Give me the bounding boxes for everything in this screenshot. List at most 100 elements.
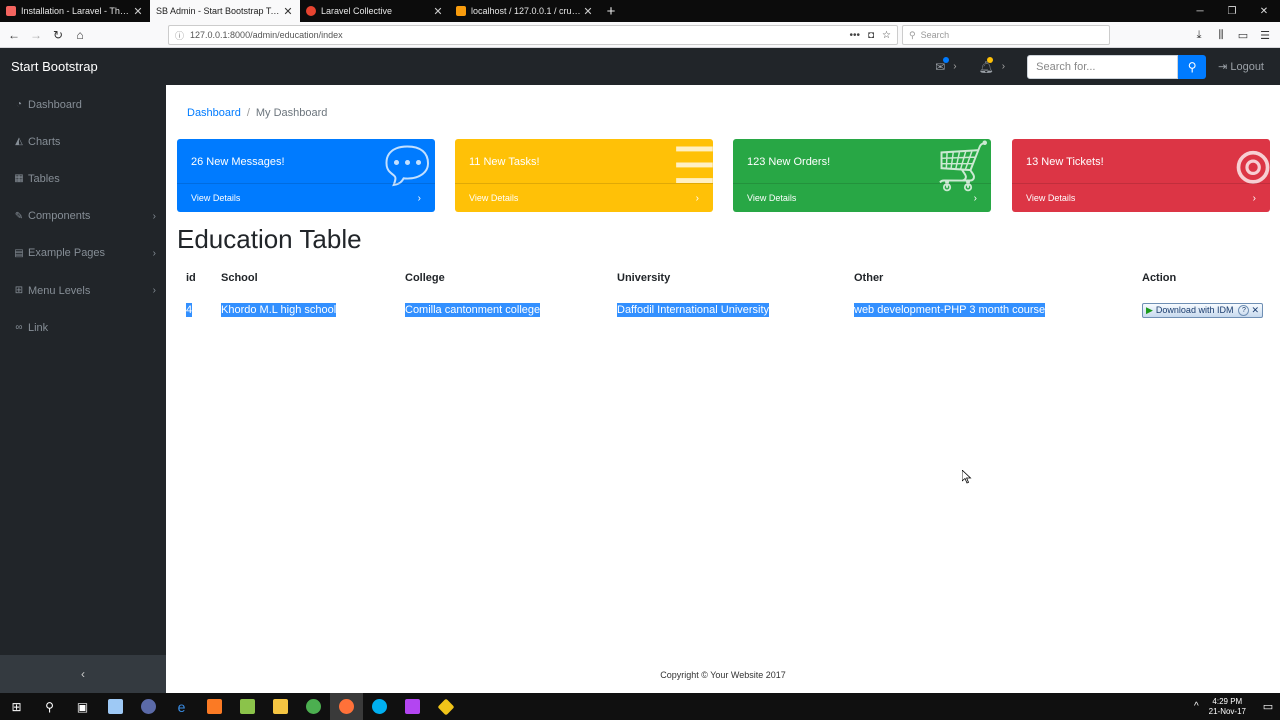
tab-title: Laravel Collective [321,6,393,16]
main-content: Dashboard / My Dashboard 💬︎ 26 New Messa… [166,85,1280,693]
search-taskbar-button[interactable]: ⚲ [33,693,66,720]
view-details-link[interactable]: View Details › [1012,183,1270,212]
sidebar-item-example-pages[interactable]: ▤ Example Pages › [0,235,166,272]
card-message: 11 New Tasks! [469,156,540,168]
new-tab-button[interactable]: + [600,0,622,22]
help-icon[interactable]: ? [1238,304,1250,316]
task-view-button[interactable]: ▣ [66,693,99,720]
taskbar-app[interactable] [429,693,462,720]
chevron-right-icon: › [973,192,977,204]
reload-icon[interactable]: ↻ [47,24,69,46]
browser-search-field[interactable]: ⚲ Search [902,25,1110,45]
taskbar-app-firefox[interactable] [330,693,363,720]
close-icon[interactable]: ✕ [1251,305,1259,316]
minimize-icon[interactable]: ─ [1184,0,1216,22]
tab-title: SB Admin - Start Bootstrap Template [156,6,282,16]
idm-download-button[interactable]: ▶ Download with IDM ? ✕ [1142,302,1263,318]
orders-card: 🛒︎ 123 New Orders! View Details › [733,139,991,212]
table-row: 4 Khordo M.L high school Comilla cantonm… [177,290,1279,330]
alerts-dropdown[interactable]: 🔔︎ › [979,56,1005,74]
clock-time: 4:29 PM [1212,696,1243,706]
taskbar-app[interactable] [396,693,429,720]
clock[interactable]: 4:29 PM 21-Nov-17 [1209,697,1246,717]
sidebar-item-label: Components [28,210,91,223]
sidebar-item-link[interactable]: ∞ Link [0,309,166,346]
chevron-right-icon: › [152,285,156,297]
menu-icon[interactable]: ☰ [1254,29,1276,42]
college-value: Comilla cantonment college [405,303,541,317]
close-tab-icon[interactable]: ✕ [582,5,594,18]
browser-toolbar: ⤓ ⫼ ▭ ☰ [1188,25,1276,45]
close-tab-icon[interactable]: ✕ [282,5,294,18]
brand-link[interactable]: Start Bootstrap [11,59,98,74]
windows-taskbar: ⊞ ⚲ ▣ e ^ 4:29 PM 21-Nov-17 ▭ [0,693,1280,720]
site-info-icon[interactable]: ⓘ [175,29,184,42]
logout-link[interactable]: ⇥ Logout [1218,60,1264,74]
search-button[interactable]: ⚲ [1178,54,1207,79]
close-tab-icon[interactable]: ✕ [132,5,144,18]
pocket-icon[interactable]: ◘ [868,30,874,41]
library-icon[interactable]: ⫼ [1210,29,1232,42]
download-icon[interactable]: ⤓ [1188,29,1210,42]
idm-label: Download with IDM [1155,305,1234,315]
action-center-icon[interactable]: ▭ [1256,700,1280,713]
link-icon: ∞ [15,322,23,334]
phpstorm-icon [405,699,420,714]
tab-title: Installation - Laravel - The PHP [21,6,132,16]
browser-tab[interactable]: Laravel Collective ✕ [300,0,450,22]
home-icon[interactable]: ⌂ [69,24,91,46]
taskbar-app[interactable] [198,693,231,720]
taskbar-app[interactable] [297,693,330,720]
close-window-icon[interactable]: ✕ [1248,0,1280,22]
school-value: Khordo M.L high school [221,303,337,317]
tickets-card: ⊚ 13 New Tickets! View Details › [1012,139,1270,212]
view-details-link[interactable]: View Details › [177,183,435,212]
taskbar-app[interactable] [363,693,396,720]
sidebar-item-menu-levels[interactable]: ⊞ Menu Levels › [0,272,166,309]
sidebar-item-label: Link [28,321,49,334]
taskbar-app[interactable] [231,693,264,720]
close-tab-icon[interactable]: ✕ [432,5,444,18]
back-icon[interactable]: ← [3,24,25,46]
chevron-up-icon[interactable]: ^ [1194,701,1199,712]
url-bar[interactable]: ⓘ 127.0.0.1:8000/admin/education/index •… [168,25,898,45]
search-input[interactable]: Search for... [1027,54,1179,79]
taskbar-app[interactable] [99,693,132,720]
view-details-link[interactable]: View Details › [455,183,713,212]
sidebar-item-label: Dashboard [28,98,82,111]
search-icon: ⚲ [45,699,54,714]
table-icon: ▦ [14,173,24,185]
app-navbar: Start Bootstrap ✉ › 🔔︎ › Search for... ⚲… [0,48,1280,85]
table-cell: web development-PHP 3 month course [845,290,1133,330]
taskbar-app[interactable] [264,693,297,720]
sidebar-item-charts[interactable]: ◭ Charts [0,123,166,160]
skype-icon [372,699,387,714]
sidebar-item-dashboard[interactable]: ◔ Dashboard [0,86,166,123]
tab-title: localhost / 127.0.0.1 / crud-lara [471,6,582,16]
bookmark-star-icon[interactable]: ☆ [882,30,891,41]
browser-tab[interactable]: Installation - Laravel - The PHP ✕ [0,0,150,22]
view-details-link[interactable]: View Details › [733,183,991,212]
taskbar-app-edge[interactable]: e [165,693,198,720]
browser-search-placeholder: Search [920,30,950,40]
restore-icon[interactable]: ❐ [1216,0,1248,22]
chevron-right-icon: › [1252,192,1256,204]
browser-tab-active[interactable]: SB Admin - Start Bootstrap Template ✕ [150,0,300,22]
browser-tab-strip: Installation - Laravel - The PHP ✕ SB Ad… [0,0,1280,22]
sidebar-item-components[interactable]: ✎ Components › [0,198,166,235]
notepad-icon [240,699,255,714]
taskbar-app[interactable] [132,693,165,720]
browser-tab[interactable]: localhost / 127.0.0.1 / crud-lara ✕ [450,0,600,22]
chrome-icon [306,699,321,714]
forward-icon[interactable]: → [25,24,47,46]
page-actions-icon[interactable]: ••• [849,30,860,41]
firefox-icon [339,699,354,714]
view-details-label: View Details [469,193,519,203]
breadcrumb-dashboard-link[interactable]: Dashboard [187,107,241,119]
messages-dropdown[interactable]: ✉ › [935,56,957,74]
sidebar-toggle-icon[interactable]: ▭ [1232,29,1254,42]
sidebar-item-tables[interactable]: ▦ Tables [0,160,166,197]
sidebar-collapse-button[interactable]: ‹ [0,655,166,693]
id-value: 4 [186,303,193,317]
start-button[interactable]: ⊞ [0,693,33,720]
